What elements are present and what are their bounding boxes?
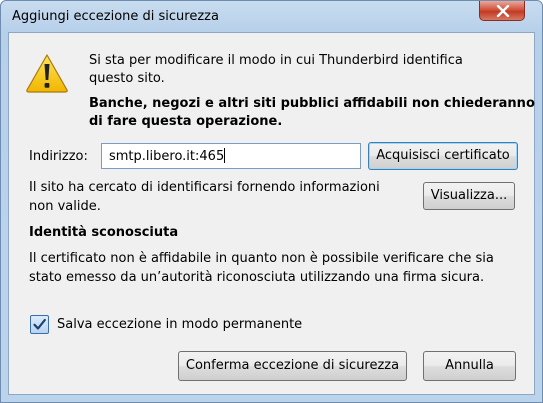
check-icon <box>33 318 46 330</box>
identity-heading: Identità sconosciuta <box>29 225 179 240</box>
view-button-label: Visualizza... <box>430 188 508 203</box>
view-button[interactable]: Visualizza... <box>423 182 515 210</box>
title-bar[interactable]: Aggiungi eccezione di sicurezza <box>1 1 542 31</box>
address-label: Indirizzo: <box>29 149 88 164</box>
intro-text-line-2: questo sito. <box>89 71 165 86</box>
window-title: Aggiungi eccezione di sicurezza <box>12 9 219 24</box>
address-input[interactable]: smtp.libero.it:465 <box>101 143 361 169</box>
dialog-content: Si sta per modificare il modo in cui Thu… <box>8 32 535 395</box>
intro-text-line-1: Si sta per modificare il modo in cui Thu… <box>89 53 463 68</box>
get-certificate-label: Acquisisci certificato <box>376 148 510 163</box>
close-icon <box>496 5 510 17</box>
bold-warning-line-1: Banche, negozi e altri siti pubblici aff… <box>89 96 535 111</box>
cancel-button-label: Annulla <box>445 358 494 373</box>
close-button[interactable] <box>479 1 525 21</box>
cancel-button[interactable]: Annulla <box>423 351 516 381</box>
permanent-checkbox[interactable] <box>30 315 49 334</box>
bold-warning-line-2: di fare questa operazione. <box>89 114 283 129</box>
get-certificate-button[interactable]: Acquisisci certificato <box>368 142 518 170</box>
confirm-exception-button[interactable]: Conferma eccezione di sicurezza <box>178 351 407 381</box>
confirm-exception-label: Conferma eccezione di sicurezza <box>185 358 400 373</box>
warning-icon <box>26 54 68 93</box>
status-text-line-2: non valide. <box>29 199 101 214</box>
identity-text-line-2: stato emesso da un’autorità riconosciuta… <box>29 270 485 285</box>
status-text-line-1: Il sito ha cercato di identificarsi forn… <box>29 180 380 195</box>
permanent-checkbox-label[interactable]: Salva eccezione in modo permanente <box>57 317 302 332</box>
dialog-window: Aggiungi eccezione di sicurezza Si sta p… <box>0 0 543 403</box>
text-cursor <box>224 148 226 163</box>
address-value: smtp.libero.it:465 <box>109 149 225 164</box>
identity-text-line-1: Il certificato non è affidabile in quant… <box>29 251 494 266</box>
